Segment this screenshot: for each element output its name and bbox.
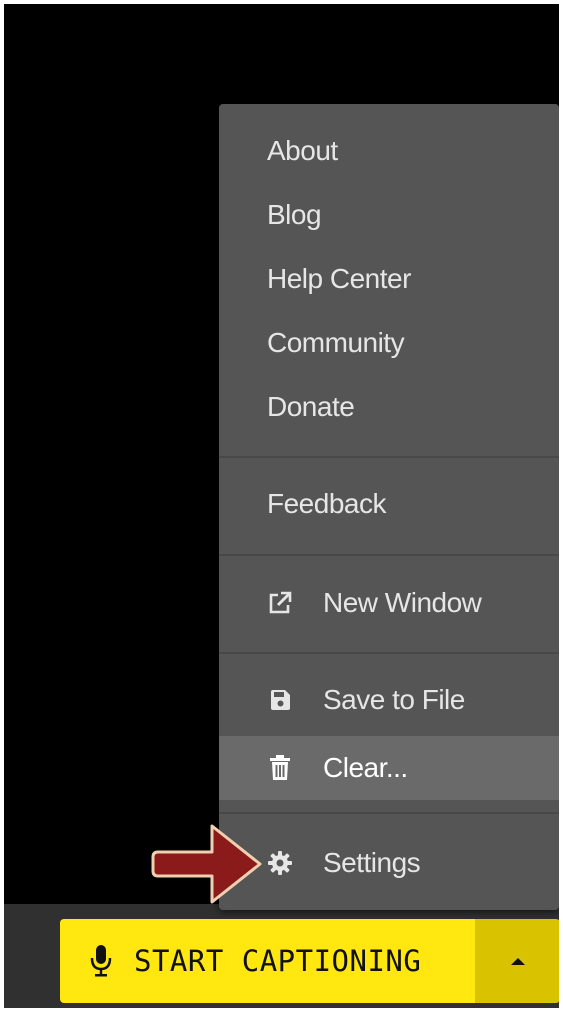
- external-link-icon: [267, 590, 293, 616]
- menu-item-donate[interactable]: Donate: [219, 379, 559, 435]
- menu-item-about[interactable]: About: [219, 123, 559, 179]
- menu-item-label: Blog: [267, 199, 322, 230]
- menu-divider: [219, 812, 559, 814]
- menu-item-community[interactable]: Community: [219, 315, 559, 371]
- menu-divider: [219, 554, 559, 556]
- red-arrow-icon: [151, 824, 262, 904]
- menu-item-clear[interactable]: Clear...: [219, 736, 559, 800]
- menu-item-label: Settings: [323, 847, 421, 878]
- menu-divider: [219, 652, 559, 654]
- trash-icon: [267, 755, 293, 781]
- menu-item-label: Save to File: [323, 684, 465, 715]
- floppy-disk-icon: [267, 687, 293, 713]
- menu-item-settings[interactable]: Settings: [219, 835, 559, 891]
- menu-item-blog[interactable]: Blog: [219, 187, 559, 243]
- caret-up-icon: [510, 957, 525, 965]
- menu-item-feedback[interactable]: Feedback: [219, 476, 559, 532]
- menu-item-label: Clear...: [323, 752, 408, 783]
- microphone-icon: [90, 944, 112, 978]
- start-captioning-button[interactable]: START CAPTIONING: [60, 919, 475, 1003]
- menu-divider: [219, 456, 559, 458]
- menu-item-label: About: [267, 135, 338, 166]
- dropdown-menu: About Blog Help Center Community Donate …: [219, 104, 559, 910]
- menu-item-label: Feedback: [267, 488, 386, 519]
- caption-button-group: START CAPTIONING: [60, 919, 560, 1003]
- menu-item-help-center[interactable]: Help Center: [219, 251, 559, 307]
- menu-item-save-to-file[interactable]: Save to File: [219, 672, 559, 728]
- menu-item-label: Help Center: [267, 263, 411, 294]
- caption-dropdown-button[interactable]: [475, 919, 560, 1003]
- menu-item-new-window[interactable]: New Window: [219, 575, 559, 631]
- start-captioning-label: START CAPTIONING: [134, 944, 422, 978]
- menu-item-label: New Window: [323, 587, 482, 618]
- menu-item-label: Donate: [267, 391, 355, 422]
- gear-icon: [267, 850, 293, 876]
- menu-item-label: Community: [267, 327, 405, 358]
